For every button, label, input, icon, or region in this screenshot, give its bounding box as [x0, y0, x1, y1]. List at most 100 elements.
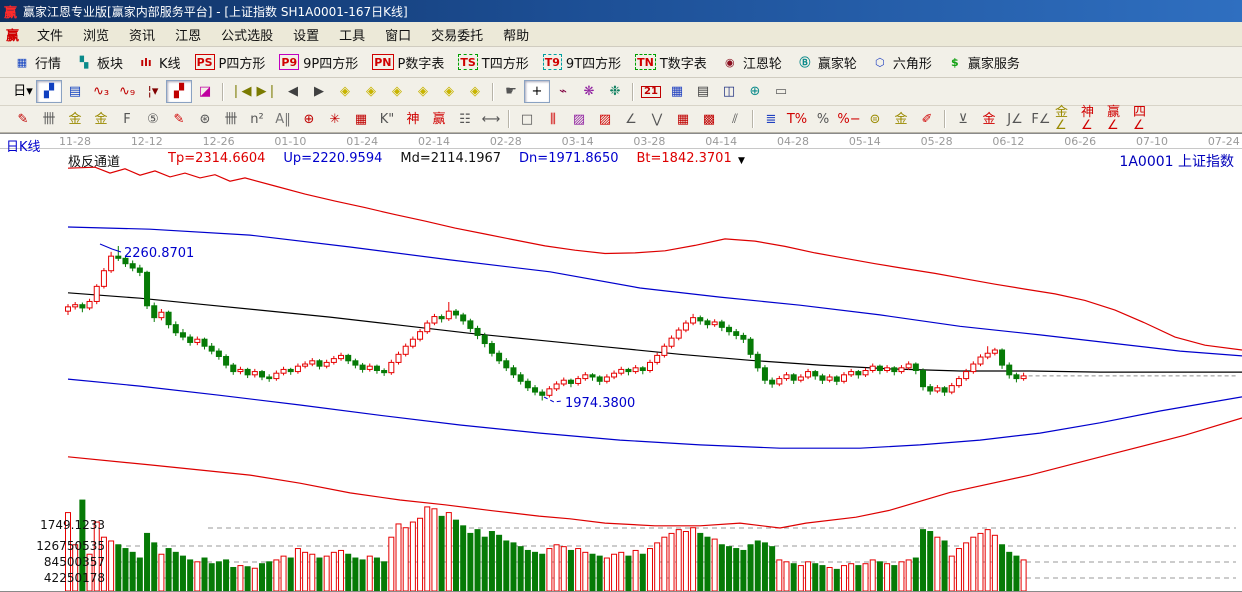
notes-button[interactable]: ▤	[690, 80, 716, 103]
percent-tool[interactable]: %	[810, 108, 836, 131]
spiral5-tool[interactable]: ⑤	[140, 108, 166, 131]
kline-style-dropdown[interactable]: 日▾	[10, 80, 36, 103]
gann-swirl-icon[interactable]: ❉	[602, 80, 628, 103]
kline-canvas[interactable]: 2260.8701 1974.3800	[0, 134, 1242, 592]
diamond-expand-button[interactable]: ◈	[384, 80, 410, 103]
diamond-cross-button[interactable]: ◈	[436, 80, 462, 103]
comb-lines-tool[interactable]: 卌	[36, 108, 62, 131]
hand-tool-button[interactable]: ☛	[498, 80, 524, 103]
wave-3-icon[interactable]: ∿₃	[88, 80, 114, 103]
k-quote-tool-glyph: K"	[379, 111, 395, 127]
menu-item-交易委托[interactable]: 交易委托	[421, 23, 493, 46]
menu-item-资讯[interactable]: 资讯	[119, 23, 165, 46]
price-steps-tool-glyph: ≣	[765, 111, 777, 127]
ruler-123-tool[interactable]: ☷	[452, 108, 478, 131]
gold-avg-tool[interactable]: 金	[888, 108, 914, 131]
menu-item-公式选股[interactable]: 公式选股	[211, 23, 283, 46]
ying-angle-tool-glyph: 赢∠	[1107, 105, 1121, 133]
star-box-tool[interactable]: ✳	[322, 108, 348, 131]
diamond-left-button[interactable]: ◈	[332, 80, 358, 103]
calculator-button[interactable]: ▦	[664, 80, 690, 103]
diamond-compress-button[interactable]: ◈	[410, 80, 436, 103]
menu-item-浏览[interactable]: 浏览	[73, 23, 119, 46]
gann-wheel-button[interactable]: ◉ 江恩轮	[716, 51, 787, 74]
cup-tool[interactable]: ⊻	[950, 108, 976, 131]
wave-9-icon[interactable]: ∿₉	[114, 80, 140, 103]
hexagon-button[interactable]: ⬡ 六角形	[866, 51, 937, 74]
ying-box-tool[interactable]: 赢	[426, 108, 452, 131]
shen-angle-tool[interactable]: 神∠	[1080, 106, 1106, 132]
p-square-button[interactable]: PS P四方形	[190, 51, 271, 74]
info-panel-icon[interactable]: ▤	[62, 80, 88, 103]
v-wave-tool[interactable]: ⋁	[644, 108, 670, 131]
save-button[interactable]: ◫	[716, 80, 742, 103]
a-channel-tool[interactable]: A‖	[270, 108, 296, 131]
grid-arrow-tool[interactable]: ▩	[696, 108, 722, 131]
gold-gate-tool[interactable]: 金	[62, 108, 88, 131]
fan-box-red-tool[interactable]: ▨	[592, 108, 618, 131]
ying-angle-tool[interactable]: 赢∠	[1106, 105, 1132, 133]
gold-circle-tool[interactable]: ⊜	[862, 108, 888, 131]
diamond-move-button[interactable]: ◈	[462, 80, 488, 103]
kline-button[interactable]: ılı K线	[132, 51, 186, 74]
menu-item-设置[interactable]: 设置	[283, 23, 329, 46]
brush-red-tool[interactable]: ✐	[914, 108, 940, 131]
n-squared-tool[interactable]: n²	[244, 108, 270, 131]
crosshair-tool-button[interactable]: +	[524, 80, 550, 103]
box-tool[interactable]: □	[514, 108, 540, 131]
fan-lines-tool[interactable]: ⫼	[540, 108, 566, 131]
nine-t-square-button[interactable]: T9 9T四方形	[538, 51, 626, 74]
menu-item-帮助[interactable]: 帮助	[493, 23, 539, 46]
gold-gate2-tool[interactable]: 金	[88, 108, 114, 131]
menu-item-文件[interactable]: 文件	[27, 23, 73, 46]
winner-wheel-button[interactable]: Ⓑ 赢家轮	[791, 51, 862, 74]
export-web-button[interactable]: ⊕	[742, 80, 768, 103]
angle-fan-tool[interactable]: ∠	[618, 108, 644, 131]
zigzag-tool-button[interactable]: ⌁	[550, 80, 576, 103]
quotes-button[interactable]: ▦ 行情	[8, 51, 66, 74]
price-steps-tool[interactable]: ≣	[758, 108, 784, 131]
t-square-button[interactable]: TS T四方形	[453, 51, 533, 74]
diamond-right-button[interactable]: ◈	[358, 80, 384, 103]
pattern-overlay-blue-icon[interactable]: ▞	[36, 80, 62, 103]
comb-dense-tool[interactable]: 卌	[218, 108, 244, 131]
menu-item-窗口[interactable]: 窗口	[375, 23, 421, 46]
k-quote-tool[interactable]: K"	[374, 108, 400, 131]
sectors-button[interactable]: ▚ 板块	[70, 51, 128, 74]
fan-box-purple-tool[interactable]: ▨	[566, 108, 592, 131]
nav-first-button[interactable]: ❘◀	[228, 80, 254, 103]
nine-p-square-button[interactable]: P9 9P四方形	[274, 51, 363, 74]
f-gate-tool[interactable]: F	[114, 108, 140, 131]
grid-box-tool[interactable]: ▦	[348, 108, 374, 131]
nav-next-button[interactable]: ▶	[306, 80, 332, 103]
si-angle-tool[interactable]: 四∠	[1132, 106, 1158, 132]
chart-area[interactable]: 11-28 12-12 12-26 01-10 01-24 02-14 02-28 03-14…	[0, 133, 1242, 592]
j-angle-tool[interactable]: J∠	[1002, 108, 1028, 131]
pattern-overlay-red-icon[interactable]: ▞	[166, 80, 192, 103]
parallel-lines-tool[interactable]: ⫽	[722, 108, 748, 131]
grid-red-tool[interactable]: ▦	[670, 108, 696, 131]
gann-flower-icon[interactable]: ❋	[576, 80, 602, 103]
gold-angle-tool[interactable]: 金∠	[1054, 106, 1080, 132]
wheel-clock-tool[interactable]: ⊛	[192, 108, 218, 131]
p-table-button[interactable]: PN P数字表	[367, 51, 449, 74]
f-angle-tool[interactable]: F∠	[1028, 108, 1054, 131]
percent-line-tool[interactable]: %−	[836, 108, 862, 131]
menu-item-工具[interactable]: 工具	[329, 23, 375, 46]
t-percent-tool[interactable]: T%	[784, 108, 810, 131]
circle-cross-tool[interactable]: ⊕	[296, 108, 322, 131]
candle-tool-dropdown[interactable]: ¦▾	[140, 80, 166, 103]
print-button[interactable]: ▭	[768, 80, 794, 103]
pencil-tool[interactable]: ✎	[10, 108, 36, 131]
winner-service-button[interactable]: $ 赢家服务	[941, 51, 1025, 74]
shen-tool[interactable]: 神	[400, 108, 426, 131]
color-histogram-icon[interactable]: ◪	[192, 80, 218, 103]
nav-last-button[interactable]: ▶❘	[254, 80, 280, 103]
width-measure-tool[interactable]: ⟷	[478, 108, 504, 131]
gold-red-tool[interactable]: 金	[976, 108, 1002, 131]
red-pencil-tool[interactable]: ✎	[166, 108, 192, 131]
menu-item-江恩[interactable]: 江恩	[165, 23, 211, 46]
calendar-21-button[interactable]: 21	[638, 80, 664, 103]
t-table-button[interactable]: TN T数字表	[630, 51, 712, 74]
nav-prev-button[interactable]: ◀	[280, 80, 306, 103]
